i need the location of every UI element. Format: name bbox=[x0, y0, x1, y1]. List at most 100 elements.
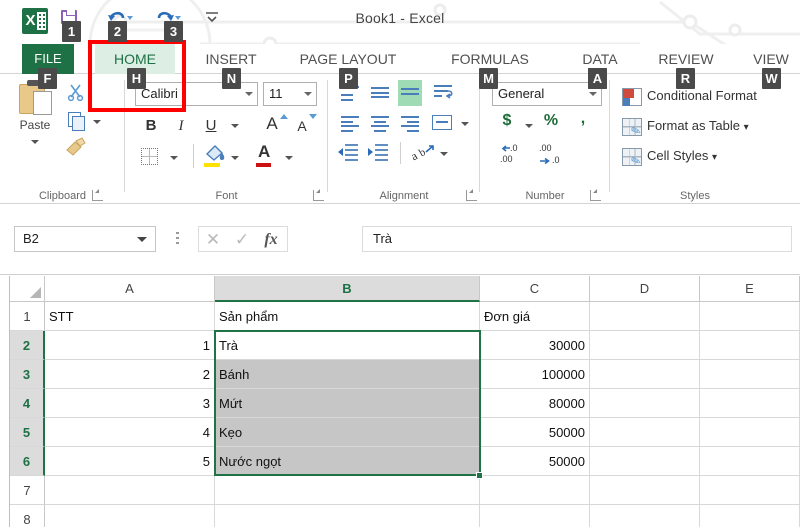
cell-b5[interactable]: Kẹo bbox=[215, 418, 480, 447]
format-as-table-button[interactable]: ✎ Format as Table ▾ bbox=[622, 114, 800, 140]
align-right-button[interactable] bbox=[398, 112, 422, 134]
fill-color-dropdown-caret-icon[interactable] bbox=[231, 156, 239, 160]
font-size-combo[interactable]: 11 bbox=[263, 82, 317, 106]
name-box[interactable]: B2 bbox=[14, 226, 156, 252]
italic-button[interactable]: I bbox=[169, 114, 193, 138]
copy-dropdown-caret-icon[interactable] bbox=[93, 120, 101, 124]
row-header-4[interactable]: 4 bbox=[10, 389, 45, 418]
cell-d4[interactable] bbox=[590, 389, 700, 418]
decrease-indent-button[interactable] bbox=[336, 142, 360, 164]
clipboard-dialog-launcher[interactable] bbox=[92, 189, 103, 201]
row-header-2[interactable]: 2 bbox=[10, 331, 45, 360]
font-dialog-launcher[interactable] bbox=[313, 189, 324, 201]
decrease-decimal-button[interactable]: .00 .0 bbox=[536, 142, 568, 166]
cell-c5[interactable]: 50000 bbox=[480, 418, 590, 447]
alignment-dialog-launcher[interactable] bbox=[466, 189, 477, 201]
enter-entry-button[interactable]: ✓ bbox=[228, 229, 256, 251]
cell-b1[interactable]: Sản phẩm bbox=[215, 302, 480, 331]
cell-d6[interactable] bbox=[590, 447, 700, 476]
cell-c4[interactable]: 80000 bbox=[480, 389, 590, 418]
font-color-button[interactable]: A bbox=[258, 142, 270, 162]
cell-e3[interactable] bbox=[700, 360, 800, 389]
cell-b8[interactable] bbox=[215, 505, 480, 527]
row-header-1[interactable]: 1 bbox=[10, 302, 45, 331]
column-header-c[interactable]: C bbox=[480, 276, 590, 302]
borders-dropdown-caret-icon[interactable] bbox=[170, 156, 178, 160]
merge-and-center-button[interactable] bbox=[432, 115, 452, 130]
cell-e5[interactable] bbox=[700, 418, 800, 447]
cancel-entry-button[interactable]: ✕ bbox=[199, 229, 227, 251]
row-header-6[interactable]: 6 bbox=[10, 447, 45, 476]
cell-c3[interactable]: 100000 bbox=[480, 360, 590, 389]
cell-b6[interactable]: Nước ngọt bbox=[215, 447, 480, 476]
formula-bar-grip[interactable] bbox=[176, 232, 179, 246]
cell-e1[interactable] bbox=[700, 302, 800, 331]
percent-style-button[interactable]: % bbox=[540, 112, 562, 130]
underline-dropdown-caret-icon[interactable] bbox=[231, 124, 239, 128]
paste-button[interactable]: Paste bbox=[8, 78, 62, 164]
number-format-combo[interactable]: General bbox=[492, 82, 602, 106]
cell-d2[interactable] bbox=[590, 331, 700, 360]
cell-a1[interactable]: STT bbox=[45, 302, 215, 331]
column-header-e[interactable]: E bbox=[700, 276, 800, 302]
row-header-8[interactable]: 8 bbox=[10, 505, 45, 527]
cell-a2[interactable]: 1 bbox=[45, 331, 215, 360]
cell-b2[interactable]: Trà bbox=[215, 331, 480, 360]
cell-c1[interactable]: Đơn giá bbox=[480, 302, 590, 331]
underline-button[interactable]: U bbox=[199, 114, 223, 138]
row-header-7[interactable]: 7 bbox=[10, 476, 45, 505]
cell-a5[interactable]: 4 bbox=[45, 418, 215, 447]
format-painter-button[interactable] bbox=[64, 136, 86, 158]
cell-a6[interactable]: 5 bbox=[45, 447, 215, 476]
align-left-button[interactable] bbox=[338, 112, 362, 134]
font-color-dropdown-caret-icon[interactable] bbox=[285, 156, 293, 160]
cell-d5[interactable] bbox=[590, 418, 700, 447]
cell-d1[interactable] bbox=[590, 302, 700, 331]
cell-e8[interactable] bbox=[700, 505, 800, 527]
cell-a8[interactable] bbox=[45, 505, 215, 527]
wrap-text-button[interactable] bbox=[432, 82, 456, 104]
cell-e4[interactable] bbox=[700, 389, 800, 418]
accounting-format-button[interactable]: $ bbox=[496, 112, 518, 130]
formula-input[interactable]: Trà bbox=[362, 226, 792, 252]
undo-dropdown[interactable] bbox=[126, 6, 135, 28]
cell-c8[interactable] bbox=[480, 505, 590, 527]
cell-d3[interactable] bbox=[590, 360, 700, 389]
cell-b4[interactable]: Mứt bbox=[215, 389, 480, 418]
merge-dropdown-caret-icon[interactable] bbox=[461, 122, 469, 126]
cell-c6[interactable]: 50000 bbox=[480, 447, 590, 476]
column-header-b[interactable]: B bbox=[215, 276, 480, 302]
bottom-align-button[interactable] bbox=[398, 80, 422, 106]
select-all-button[interactable] bbox=[10, 276, 45, 302]
row-header-3[interactable]: 3 bbox=[10, 360, 45, 389]
increase-decimal-button[interactable]: .0 .00 bbox=[496, 142, 526, 166]
center-button[interactable] bbox=[368, 112, 392, 134]
fill-color-button[interactable] bbox=[203, 142, 227, 164]
orientation-dropdown-caret-icon[interactable] bbox=[440, 152, 448, 156]
cell-b7[interactable] bbox=[215, 476, 480, 505]
fill-handle[interactable] bbox=[476, 472, 483, 479]
increase-indent-button[interactable] bbox=[366, 142, 390, 164]
cell-d7[interactable] bbox=[590, 476, 700, 505]
cell-styles-button[interactable]: ✎ Cell Styles ▾ bbox=[622, 144, 800, 170]
comma-style-button[interactable]: , bbox=[572, 110, 594, 128]
bold-button[interactable]: B bbox=[139, 114, 163, 138]
borders-button[interactable] bbox=[141, 148, 158, 165]
customize-qat-button[interactable] bbox=[201, 6, 223, 28]
cell-e6[interactable] bbox=[700, 447, 800, 476]
cell-c7[interactable] bbox=[480, 476, 590, 505]
number-dialog-launcher[interactable] bbox=[590, 189, 601, 201]
cut-button[interactable] bbox=[66, 82, 88, 104]
cell-b3[interactable]: Bánh bbox=[215, 360, 480, 389]
accounting-dropdown-caret-icon[interactable] bbox=[525, 124, 533, 128]
cell-a4[interactable]: 3 bbox=[45, 389, 215, 418]
cell-a7[interactable] bbox=[45, 476, 215, 505]
row-header-5[interactable]: 5 bbox=[10, 418, 45, 447]
cell-e7[interactable] bbox=[700, 476, 800, 505]
insert-function-button[interactable]: fx bbox=[257, 229, 285, 251]
copy-button[interactable] bbox=[66, 110, 88, 132]
column-header-a[interactable]: A bbox=[45, 276, 215, 302]
orientation-button[interactable]: a b bbox=[408, 142, 434, 164]
cell-d8[interactable] bbox=[590, 505, 700, 527]
middle-align-button[interactable] bbox=[368, 82, 392, 104]
